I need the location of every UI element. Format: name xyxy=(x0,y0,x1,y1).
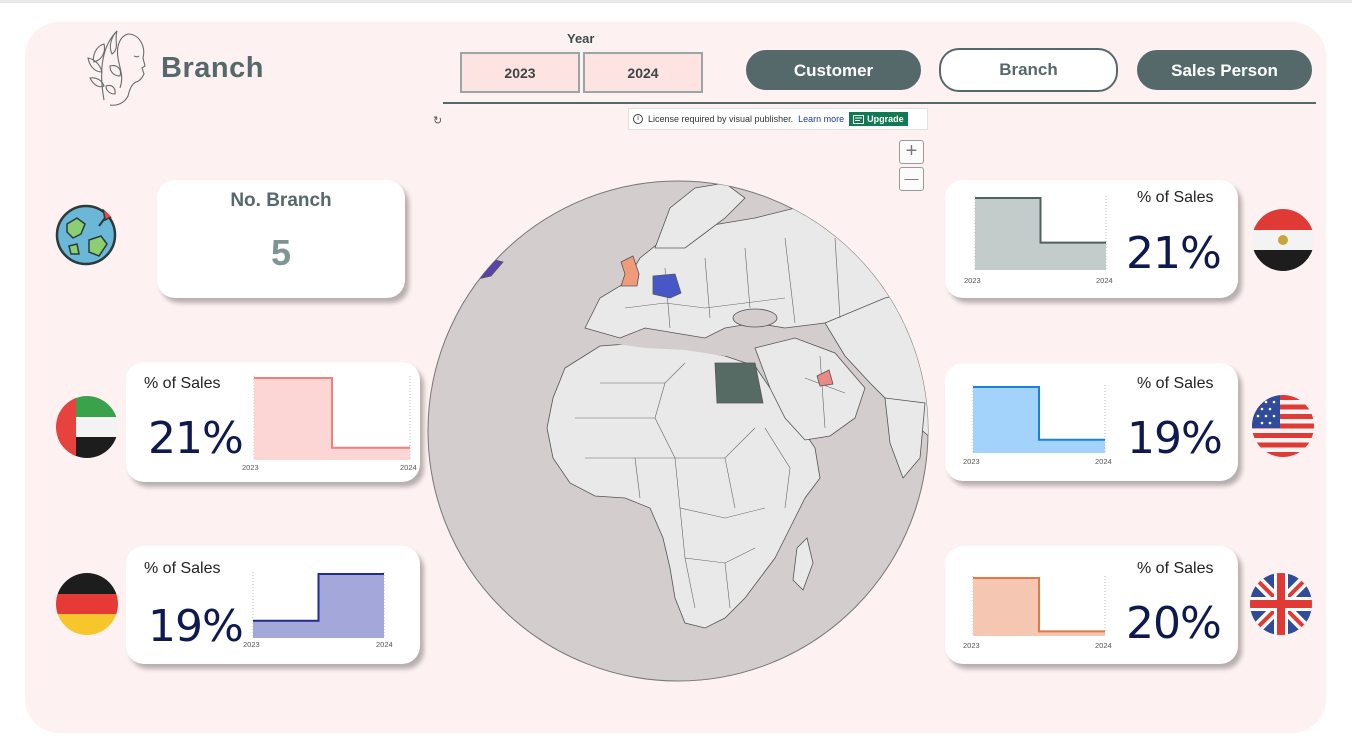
x-axis-end: 2024 xyxy=(1095,457,1112,466)
top-border xyxy=(0,0,1352,3)
x-axis-start: 2023 xyxy=(242,463,259,472)
card-title: % of Sales xyxy=(144,560,221,577)
kpi-value: 5 xyxy=(270,232,292,273)
x-axis-end: 2024 xyxy=(1096,276,1113,285)
header-divider xyxy=(443,102,1316,104)
card-title: % of Sales xyxy=(1137,560,1214,577)
card-value: 20% xyxy=(1126,598,1222,649)
year-filter-label: Year xyxy=(567,31,595,46)
x-axis-end: 2024 xyxy=(1095,641,1112,650)
kpi-card-branch-count: No. Branch 5 xyxy=(157,180,405,298)
page-title: Branch xyxy=(161,52,264,84)
card-title: % of Sales xyxy=(1137,189,1214,206)
woman-face-leaf-logo-icon xyxy=(87,30,146,106)
sales-card-egypt: % of Sales 21% 2023 2024 xyxy=(945,180,1238,298)
sparkline-uae xyxy=(253,376,411,460)
sales-card-uae: % of Sales 21% 2023 2024 xyxy=(126,362,420,482)
nav-branch-button[interactable]: Branch xyxy=(939,48,1118,92)
sales-card-usa: % of Sales 19% 2023 2024 xyxy=(945,363,1238,481)
upgrade-icon xyxy=(853,114,865,124)
egypt-flag-icon xyxy=(1252,209,1314,271)
world-map-globe[interactable] xyxy=(425,178,931,684)
usa-flag-icon xyxy=(1252,395,1314,457)
sparkline-uk xyxy=(972,576,1106,636)
sparkline-usa xyxy=(972,385,1106,453)
zoom-in-button[interactable]: + xyxy=(899,140,924,164)
sales-card-uk: % of Sales 20% 2023 2024 xyxy=(945,546,1238,664)
sales-card-germany: % of Sales 19% 2023 2024 xyxy=(126,546,420,664)
sparkline-egypt xyxy=(974,196,1107,270)
uae-flag-icon xyxy=(56,396,118,458)
x-axis-start: 2023 xyxy=(964,276,981,285)
x-axis-start: 2023 xyxy=(243,640,260,649)
kpi-title: No. Branch xyxy=(230,190,332,211)
year-2024-button[interactable]: 2024 xyxy=(583,52,703,93)
upgrade-label: Upgrade xyxy=(867,114,904,124)
year-2023-button[interactable]: 2023 xyxy=(460,52,580,93)
germany-flag-icon xyxy=(56,573,118,635)
x-axis-end: 2024 xyxy=(400,463,417,472)
license-notice: i License required by visual publisher. … xyxy=(628,108,928,130)
card-value: 19% xyxy=(1127,413,1223,464)
upgrade-button[interactable]: Upgrade xyxy=(849,112,908,126)
dashboard: Branch Year 2023 2024 Customer Branch Sa… xyxy=(0,0,1352,756)
uk-flag-icon xyxy=(1250,573,1312,635)
card-title: % of Sales xyxy=(1137,375,1214,392)
x-axis-start: 2023 xyxy=(963,641,980,650)
license-message: License required by visual publisher. xyxy=(648,114,794,124)
card-value: 21% xyxy=(1126,228,1222,279)
learn-more-link[interactable]: Learn more xyxy=(798,114,844,124)
x-axis-start: 2023 xyxy=(963,457,980,466)
black-sea xyxy=(732,308,778,328)
egypt-region[interactable] xyxy=(714,362,764,404)
info-icon: i xyxy=(633,114,643,124)
nav-sales-person-button[interactable]: Sales Person xyxy=(1137,50,1312,90)
sparkline-germany xyxy=(252,572,385,638)
card-value: 19% xyxy=(148,601,244,652)
globe-pin-icon xyxy=(55,204,117,266)
x-axis-end: 2024 xyxy=(376,640,393,649)
card-value: 21% xyxy=(148,413,244,464)
refresh-icon[interactable]: ↻ xyxy=(433,114,442,127)
card-title: % of Sales xyxy=(144,375,221,392)
nav-customer-button[interactable]: Customer xyxy=(746,50,921,90)
